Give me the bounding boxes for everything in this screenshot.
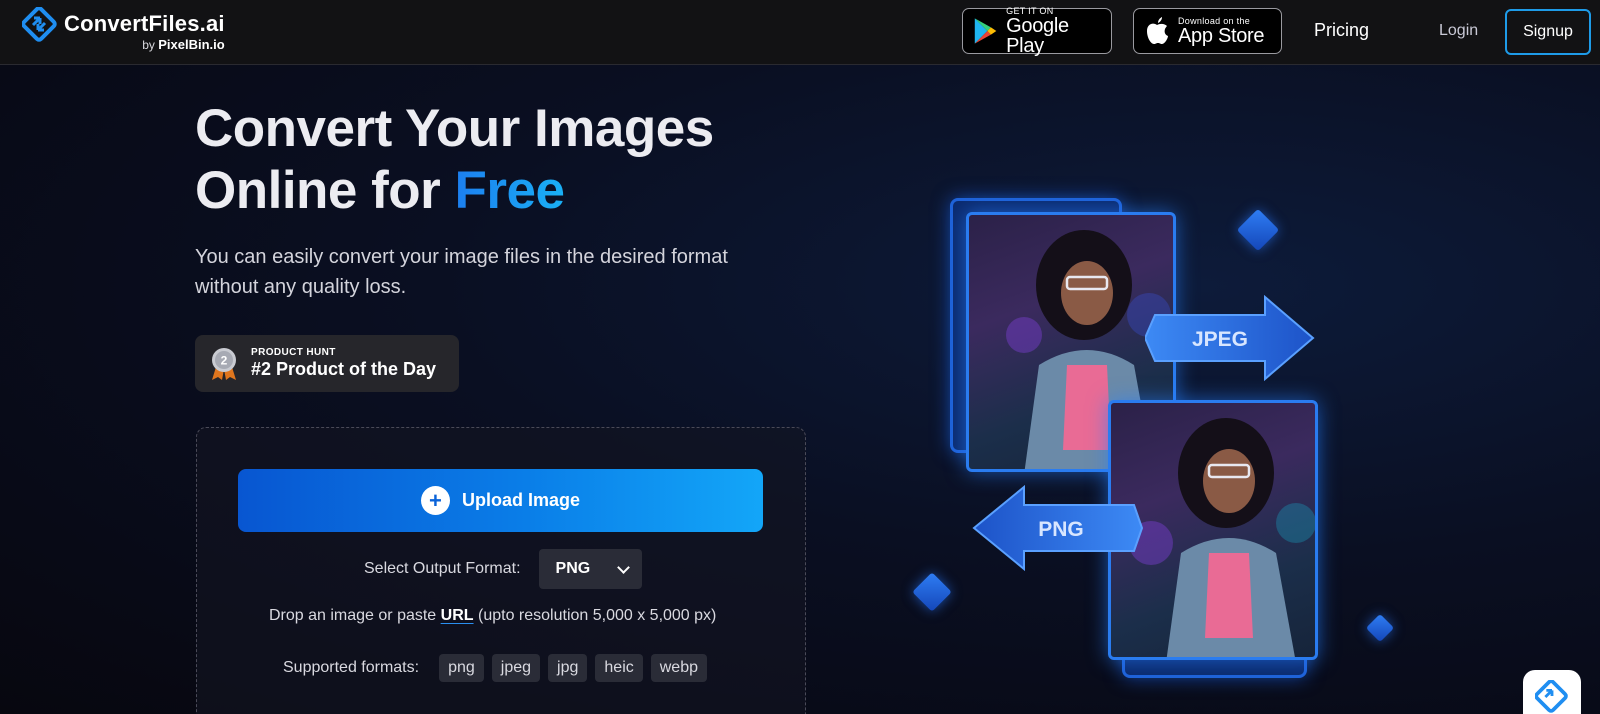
hero-title-line2: Online for Free [195,160,714,222]
logo-byline: by PixelBin.io [64,38,225,51]
decor-gem [1236,208,1280,252]
google-play-icon [974,18,997,44]
output-format-value: PNG [555,560,591,577]
chevron-down-icon [616,561,630,574]
plus-icon: + [420,486,450,515]
badge-small-text: PRODUCT HUNT [251,347,336,359]
drop-instructions: Drop an image or paste URL (upto resolut… [269,607,716,625]
arrow-right-icon: JPEG [1145,295,1315,381]
decor-gem [1365,613,1395,643]
signup-button[interactable]: Signup [1505,9,1591,55]
hero-subtitle: You can easily convert your image files … [195,246,728,298]
medal-number: 2 [221,353,228,367]
google-play-button[interactable]: GET IT ON Google Play [962,6,1112,57]
format-chip: jpeg [491,654,541,682]
supported-formats-row: Supported formats: png jpeg jpg heic web… [283,654,707,682]
logo-by-brand: PixelBin.io [158,37,225,52]
medal-icon: 2 [211,347,237,381]
drop-suffix: (upto resolution 5,000 x 5,000 px) [478,607,717,624]
paste-url-link[interactable]: URL [441,607,474,624]
app-store-button[interactable]: Download on the App Store [1133,8,1282,54]
product-hunt-badge[interactable]: 2 PRODUCT HUNT #2 Product of the Day [195,335,459,392]
hero-title-line1: Convert Your Images [195,99,714,158]
format-chip: png [439,654,484,682]
decor-gem [912,572,952,612]
supported-formats-label: Supported formats: [283,659,420,676]
apple-icon [1147,17,1168,44]
format-chip: webp [650,654,707,682]
nav-login-link[interactable]: Login [1439,22,1478,40]
logo-by-prefix: by [142,38,155,52]
logo-title: ConvertFiles.ai [64,11,225,36]
top-header: ConvertFiles.ai by PixelBin.io GET IT ON… [0,0,1600,65]
output-format-row: Select Output Format: PNG [364,549,642,589]
app-store-big: App Store [1178,25,1265,47]
google-play-big: Google Play [1006,15,1069,57]
conversion-illustration: JPEG PNG [900,185,1395,685]
format-chip: jpg [548,654,588,682]
logo-icon [22,7,57,42]
badge-big-text: #2 Product of the Day [251,359,437,380]
logo-icon [1535,680,1568,713]
output-format-label: Select Output Format: [364,560,521,577]
arrow-png-label: PNG [1038,518,1084,541]
hero-title-line2-prefix: Online for [195,161,455,220]
drop-prefix: Drop an image or paste [269,607,437,624]
logo[interactable]: ConvertFiles.ai by PixelBin.io [22,7,225,51]
hero-title-accent: Free [454,161,565,220]
format-chip: heic [595,654,643,682]
upload-image-button[interactable]: + Upload Image [238,469,763,532]
upload-image-label: Upload Image [461,490,581,510]
arrow-left-icon: PNG [972,485,1144,571]
output-format-select[interactable]: PNG [538,549,642,589]
chat-widget-button[interactable] [1523,670,1581,714]
nav-pricing-link[interactable]: Pricing [1314,20,1369,41]
arrow-jpeg-label: JPEG [1192,328,1248,351]
hero-title: Convert Your Images Online for Free [195,98,714,222]
